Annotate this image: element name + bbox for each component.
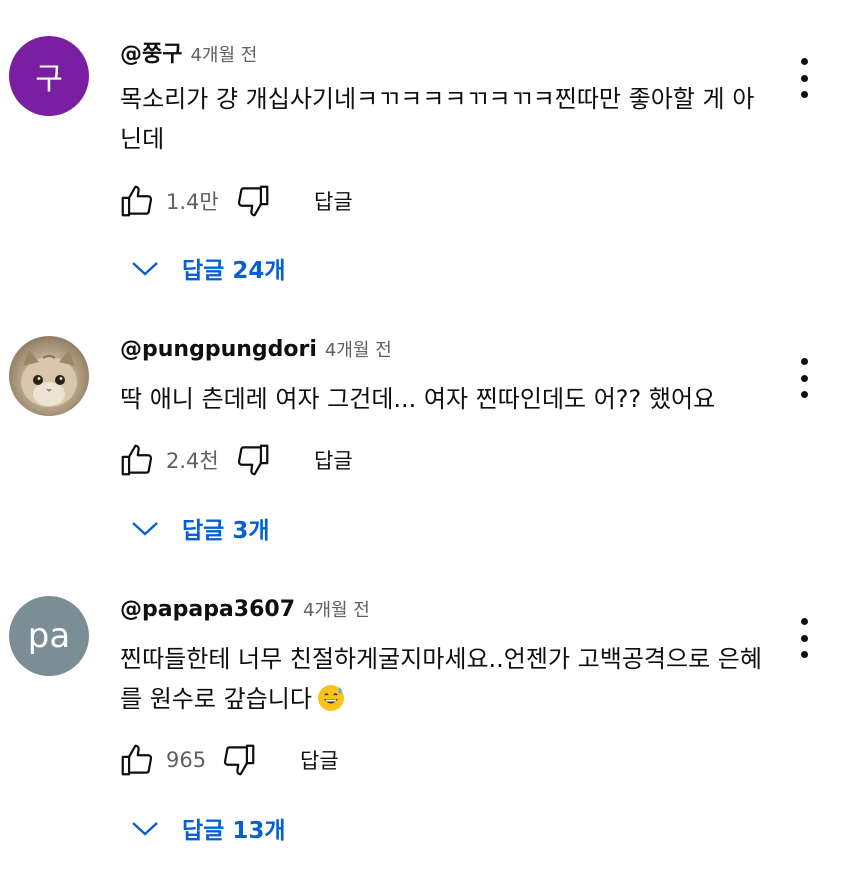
comment-header: @쭝구 4개월 전 — [120, 36, 257, 68]
action-bar: 2.4천 답글 — [116, 440, 353, 480]
more-vert-icon[interactable] — [792, 58, 816, 98]
like-count: 2.4천 — [166, 449, 219, 473]
thumbs-down-icon — [237, 444, 269, 476]
dislike-button[interactable] — [232, 181, 274, 221]
view-replies-button[interactable]: 답글 13개 — [130, 808, 286, 848]
comment-header: @pungpungdori 4개월 전 — [120, 336, 392, 366]
comment-text-body: 찐따들한테 너무 친절하게굴지마세요..언젠가 고백공격으로 은혜를 원수로 갚… — [120, 645, 762, 713]
view-replies-button[interactable]: 답글 24개 — [130, 248, 286, 288]
thumbs-up-icon — [121, 444, 153, 476]
reply-button[interactable]: 답글 — [300, 745, 339, 775]
cat-photo — [21, 350, 77, 407]
like-button[interactable] — [116, 740, 158, 780]
thumbs-up-icon — [121, 744, 153, 776]
more-vert-icon[interactable] — [792, 358, 816, 398]
action-bar: 1.4만 답글 — [116, 181, 353, 221]
comment-header: @papapa3607 4개월 전 — [120, 596, 370, 626]
chevron-down-icon — [132, 822, 158, 836]
reply-button[interactable]: 답글 — [314, 445, 353, 475]
comment-time[interactable]: 4개월 전 — [190, 41, 257, 67]
comment-time[interactable]: 4개월 전 — [303, 596, 370, 622]
author-handle[interactable]: @pungpungdori — [120, 337, 317, 362]
thumbs-up-icon — [121, 185, 153, 217]
comment-text: 찐따들한테 너무 친절하게굴지마세요..언젠가 고백공격으로 은혜를 원수로 갚… — [120, 639, 770, 719]
reply-button[interactable]: 답글 — [314, 186, 353, 216]
comment-text: 딱 애니 츤데레 여자 그건데... 여자 찐따인데도 어?? 했어요 — [120, 385, 716, 413]
like-count: 1.4만 — [166, 190, 219, 214]
dislike-button[interactable] — [232, 440, 274, 480]
avatar-letter: 구 — [35, 62, 63, 97]
avatar[interactable] — [9, 336, 89, 416]
like-count: 965 — [166, 748, 207, 772]
replies-label: 답글 13개 — [182, 818, 286, 844]
more-vert-icon[interactable] — [792, 618, 816, 658]
comment-time[interactable]: 4개월 전 — [325, 336, 392, 362]
author-handle[interactable]: @papapa3607 — [120, 597, 295, 622]
author-handle[interactable]: @쭝구 — [120, 36, 182, 68]
view-replies-button[interactable]: 답글 3개 — [130, 508, 270, 548]
avatar-letter: pa — [27, 616, 71, 656]
comment-text: 목소리가 걍 개십사기네ㅋㄲㅋㅋㅋㄲㅋㄲㅋ찐따만 좋아할 게 아닌데 — [120, 85, 755, 153]
sweat-smile-emoji — [317, 685, 344, 711]
thumbs-down-icon — [237, 185, 269, 217]
chevron-down-icon — [132, 522, 158, 536]
action-bar: 965 답글 — [116, 740, 339, 780]
avatar[interactable]: pa — [9, 596, 89, 676]
chevron-down-icon — [132, 262, 158, 276]
replies-label: 답글 3개 — [182, 518, 270, 544]
like-button[interactable] — [116, 440, 158, 480]
replies-label: 답글 24개 — [182, 258, 286, 284]
dislike-button[interactable] — [218, 740, 260, 780]
avatar[interactable]: 구 — [9, 36, 89, 116]
thumbs-down-icon — [223, 744, 255, 776]
like-button[interactable] — [116, 181, 158, 221]
